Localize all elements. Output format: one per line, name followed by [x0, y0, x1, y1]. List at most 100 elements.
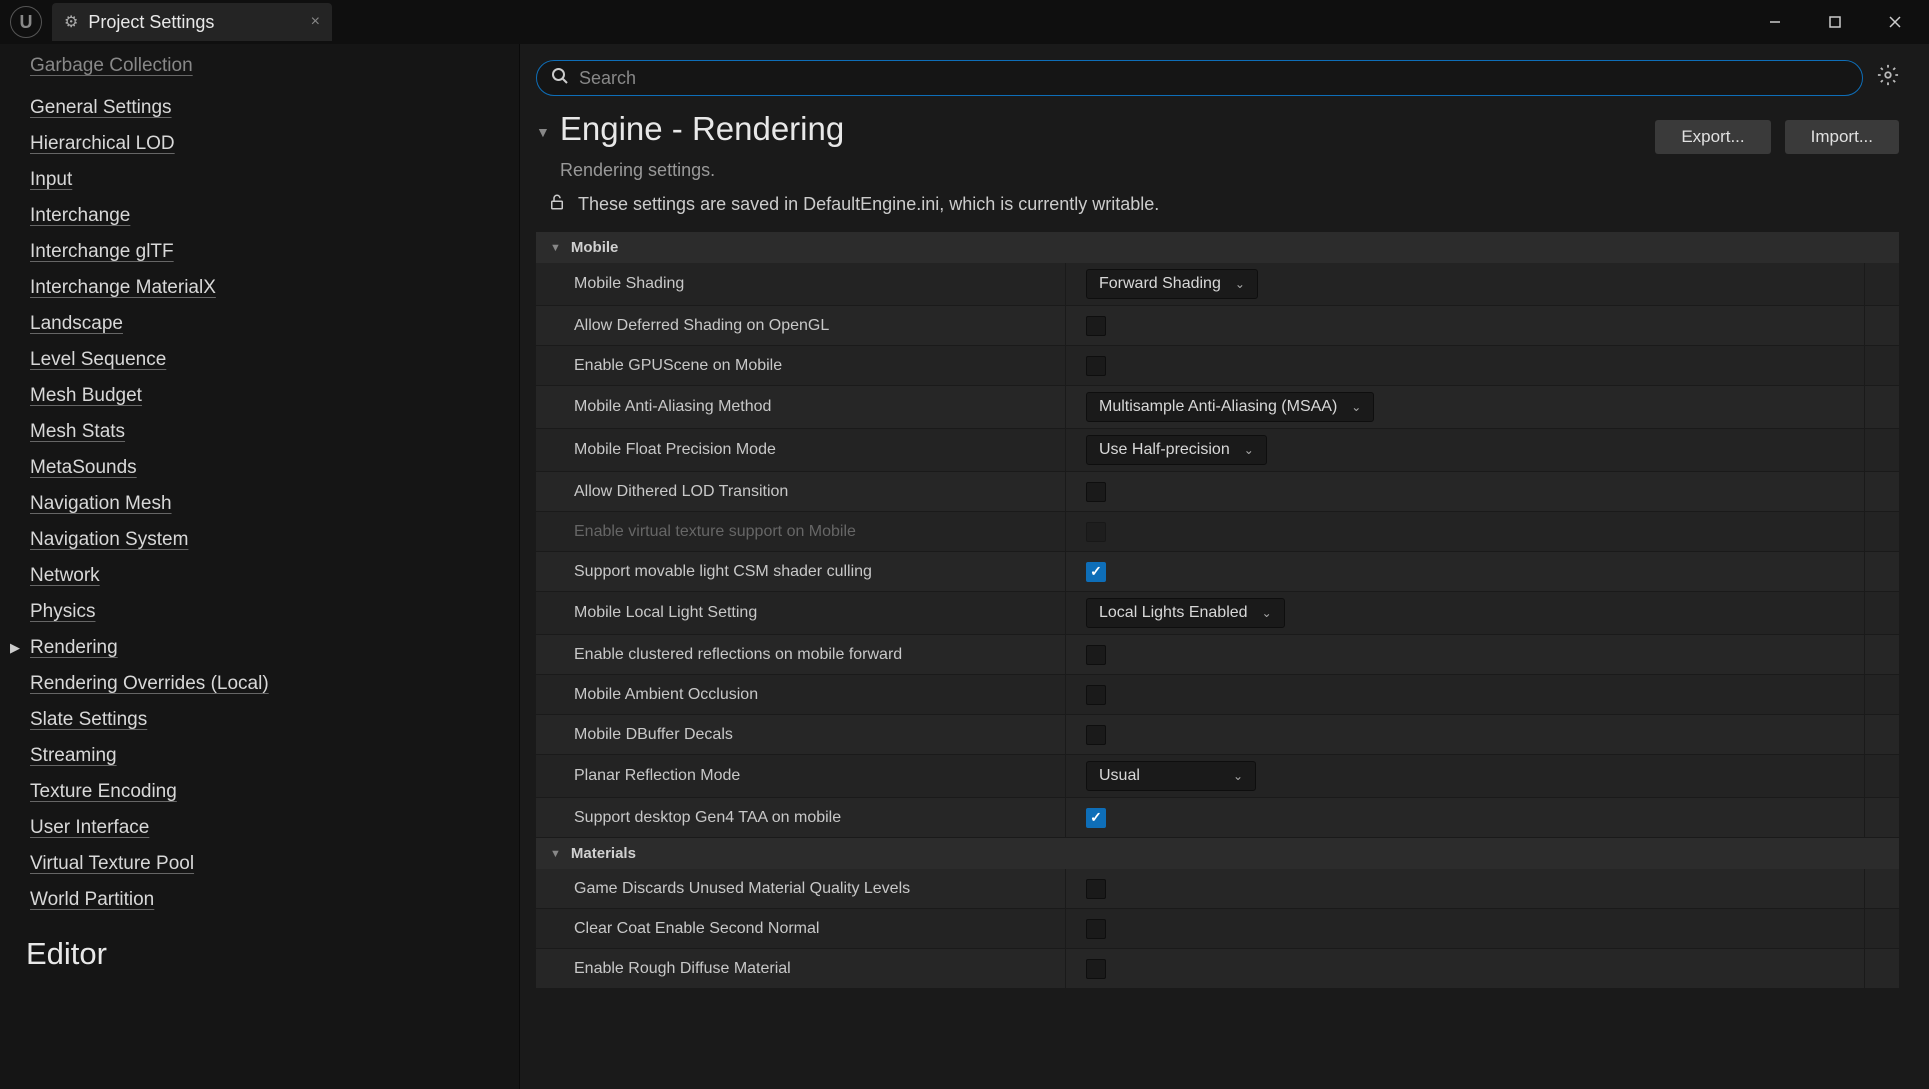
- import-button[interactable]: Import...: [1785, 120, 1899, 154]
- checkbox[interactable]: [1086, 645, 1106, 665]
- sidebar-item-label: Virtual Texture Pool: [30, 853, 194, 875]
- sidebar-item-physics[interactable]: Physics: [30, 594, 519, 630]
- dropdown[interactable]: Local Lights Enabled⌄: [1086, 598, 1285, 628]
- sidebar-item-garbage-collection[interactable]: Garbage Collection: [30, 54, 519, 90]
- tab-project-settings[interactable]: ⚙ Project Settings ×: [52, 3, 332, 41]
- setting-row: Mobile Shading Forward Shading⌄: [536, 263, 1899, 306]
- setting-value: [1066, 869, 1865, 908]
- sidebar-item-virtual-texture-pool[interactable]: Virtual Texture Pool: [30, 846, 519, 882]
- export-button[interactable]: Export...: [1655, 120, 1770, 154]
- checkbox[interactable]: [1086, 725, 1106, 745]
- setting-value: [1066, 635, 1865, 674]
- sidebar-item-label: Mesh Stats: [30, 421, 125, 443]
- close-icon[interactable]: ×: [311, 13, 320, 31]
- sidebar-item-navigation-mesh[interactable]: Navigation Mesh: [30, 486, 519, 522]
- collapse-section-icon[interactable]: ▼: [536, 124, 550, 140]
- sidebar-item-slate-settings[interactable]: Slate Settings: [30, 702, 519, 738]
- sidebar-item-rendering[interactable]: ▶Rendering: [30, 630, 519, 666]
- dropdown[interactable]: Usual⌄: [1086, 761, 1256, 791]
- sidebar-item-texture-encoding[interactable]: Texture Encoding: [30, 774, 519, 810]
- dropdown[interactable]: Use Half-precision⌄: [1086, 435, 1267, 465]
- setting-row: Allow Deferred Shading on OpenGL: [536, 306, 1899, 346]
- chevron-down-icon: ▼: [550, 242, 561, 254]
- checkbox[interactable]: [1086, 482, 1106, 502]
- group-header-materials[interactable]: ▼Materials: [536, 838, 1899, 869]
- setting-row: Enable GPUScene on Mobile: [536, 346, 1899, 386]
- setting-label: Planar Reflection Mode: [536, 755, 1066, 797]
- checkbox[interactable]: [1086, 562, 1106, 582]
- sidebar-item-metasounds[interactable]: MetaSounds: [30, 450, 519, 486]
- sidebar-item-mesh-budget[interactable]: Mesh Budget: [30, 378, 519, 414]
- setting-extra: [1865, 909, 1899, 948]
- search-input[interactable]: [579, 68, 1848, 89]
- app-logo[interactable]: U: [10, 6, 42, 38]
- setting-extra: [1865, 675, 1899, 714]
- checkbox[interactable]: [1086, 919, 1106, 939]
- window-controls: [1745, 1, 1925, 43]
- sidebar-item-label: Physics: [30, 601, 95, 623]
- sidebar-item-label: Rendering Overrides (Local): [30, 673, 269, 695]
- dropdown[interactable]: Forward Shading⌄: [1086, 269, 1258, 299]
- setting-extra: [1865, 386, 1899, 428]
- setting-label: Game Discards Unused Material Quality Le…: [536, 869, 1066, 908]
- sidebar-item-label: Level Sequence: [30, 349, 166, 371]
- unlock-icon: [548, 193, 566, 216]
- checkbox[interactable]: [1086, 808, 1106, 828]
- sidebar-item-network[interactable]: Network: [30, 558, 519, 594]
- sidebar-item-mesh-stats[interactable]: Mesh Stats: [30, 414, 519, 450]
- content-panel[interactable]: ▼ Engine - Rendering Export... Import...…: [520, 44, 1929, 1089]
- checkbox[interactable]: [1086, 316, 1106, 336]
- sidebar-item-hierarchical-lod[interactable]: Hierarchical LOD: [30, 126, 519, 162]
- checkbox[interactable]: [1086, 356, 1106, 376]
- checkbox[interactable]: [1086, 879, 1106, 899]
- maximize-button[interactable]: [1805, 1, 1865, 43]
- setting-row: Enable clustered reflections on mobile f…: [536, 635, 1899, 675]
- setting-extra: [1865, 472, 1899, 511]
- search-icon: [551, 67, 569, 90]
- setting-value: [1066, 306, 1865, 345]
- minimize-button[interactable]: [1745, 1, 1805, 43]
- settings-gear-icon[interactable]: [1877, 64, 1899, 92]
- sidebar-item-user-interface[interactable]: User Interface: [30, 810, 519, 846]
- sidebar-item-world-partition[interactable]: World Partition: [30, 882, 519, 918]
- sidebar-item-interchange-gltf[interactable]: Interchange glTF: [30, 234, 519, 270]
- setting-extra: [1865, 552, 1899, 591]
- setting-row: Allow Dithered LOD Transition: [536, 472, 1899, 512]
- sidebar-item-rendering-overrides-local-[interactable]: Rendering Overrides (Local): [30, 666, 519, 702]
- checkbox[interactable]: [1086, 685, 1106, 705]
- setting-row: Planar Reflection Mode Usual⌄: [536, 755, 1899, 798]
- setting-row: Enable virtual texture support on Mobile: [536, 512, 1899, 552]
- sidebar-item-landscape[interactable]: Landscape: [30, 306, 519, 342]
- dropdown[interactable]: Multisample Anti-Aliasing (MSAA)⌄: [1086, 392, 1374, 422]
- checkbox: [1086, 522, 1106, 542]
- setting-value: Multisample Anti-Aliasing (MSAA)⌄: [1066, 386, 1865, 428]
- close-button[interactable]: [1865, 1, 1925, 43]
- sidebar-item-input[interactable]: Input: [30, 162, 519, 198]
- sidebar-item-streaming[interactable]: Streaming: [30, 738, 519, 774]
- setting-label: Enable virtual texture support on Mobile: [536, 512, 1066, 551]
- setting-value: [1066, 798, 1865, 837]
- setting-value: [1066, 675, 1865, 714]
- sidebar-item-interchange-materialx[interactable]: Interchange MaterialX: [30, 270, 519, 306]
- group-header-mobile[interactable]: ▼Mobile: [536, 232, 1899, 263]
- setting-extra: [1865, 755, 1899, 797]
- group-title: Materials: [571, 845, 636, 862]
- sidebar-item-interchange[interactable]: Interchange: [30, 198, 519, 234]
- search-box[interactable]: [536, 60, 1863, 96]
- sidebar-item-navigation-system[interactable]: Navigation System: [30, 522, 519, 558]
- checkbox[interactable]: [1086, 959, 1106, 979]
- sidebar-category-heading: Editor: [26, 918, 519, 978]
- sidebar-item-general-settings[interactable]: General Settings: [30, 90, 519, 126]
- tab-title: Project Settings: [88, 12, 214, 33]
- setting-label: Allow Deferred Shading on OpenGL: [536, 306, 1066, 345]
- setting-extra: [1865, 798, 1899, 837]
- setting-row: Clear Coat Enable Second Normal: [536, 909, 1899, 949]
- sidebar[interactable]: Garbage CollectionGeneral SettingsHierar…: [0, 44, 520, 1089]
- setting-extra: [1865, 346, 1899, 385]
- setting-extra: [1865, 715, 1899, 754]
- sidebar-item-level-sequence[interactable]: Level Sequence: [30, 342, 519, 378]
- setting-value: [1066, 512, 1865, 551]
- setting-row: Support desktop Gen4 TAA on mobile: [536, 798, 1899, 838]
- setting-row: Mobile Ambient Occlusion: [536, 675, 1899, 715]
- setting-label: Mobile Shading: [536, 263, 1066, 305]
